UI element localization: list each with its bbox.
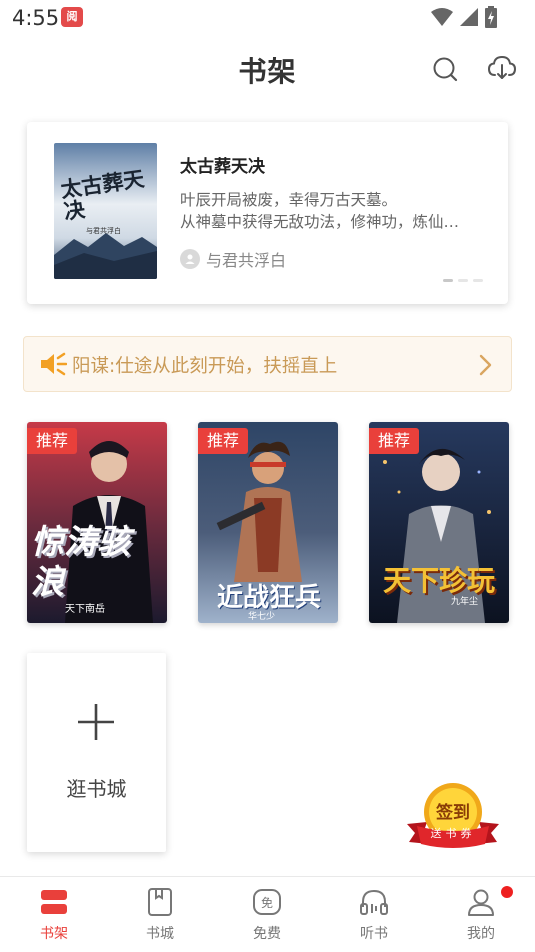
nav-bookshelf[interactable]: 书架 [19, 887, 89, 943]
signal-icon [460, 8, 478, 26]
checkin-badge[interactable]: 签到 送书券 [405, 782, 501, 854]
carousel-dot [458, 279, 468, 282]
checkin-title: 签到 [436, 803, 470, 823]
shelf-book-2[interactable]: 推荐 近战狂兵 华七少 [198, 422, 338, 623]
nav-audiobook[interactable]: 听书 [339, 887, 409, 943]
featured-book-author: 与君共浮白 [180, 247, 286, 271]
featured-desc-line-2: 从神墓中获得无敌功法，修神功，炼仙… [180, 213, 460, 231]
featured-book-description: 叶辰开局被废，幸得万古天墓。 从神墓中获得无敌功法，修神功，炼仙… [180, 189, 498, 233]
featured-book-card[interactable]: 太古葬天决 与君共浮白 太古葬天决 叶辰开局被废，幸得万古天墓。 从神墓中获得无… [27, 122, 508, 304]
bookshelf-icon [41, 890, 67, 914]
nav-label: 书架 [40, 926, 68, 942]
battery-icon [485, 6, 497, 28]
book-cover-author: 天下南岳 [65, 604, 105, 615]
featured-author-name: 与君共浮白 [206, 251, 287, 270]
featured-desc-line-1: 叶辰开局被废，幸得万古天墓。 [180, 191, 398, 209]
system-icons [431, 6, 497, 28]
profile-notification-dot [501, 886, 513, 898]
shelf-book-3[interactable]: 推荐 天下珍玩 九年尘 [369, 422, 509, 623]
bookstore-icon [148, 888, 172, 916]
status-time: 4:55 [12, 6, 60, 30]
status-bar: 4:55 阅 [0, 0, 535, 36]
checkin-subtitle: 送书券 [430, 827, 476, 840]
bottom-nav: 书架 书城 免 免费 听书 我的 [0, 876, 535, 952]
nav-label: 听书 [360, 926, 388, 942]
featured-cover-author: 与君共浮白 [86, 227, 121, 235]
free-icon: 免 [253, 889, 281, 915]
nav-label: 我的 [467, 926, 495, 942]
carousel-dot [443, 279, 453, 282]
search-button[interactable] [430, 54, 460, 84]
browse-bookstore-card[interactable]: 逛书城 [27, 653, 166, 852]
carousel-indicator [443, 279, 483, 282]
featured-book-cover[interactable]: 太古葬天决 与君共浮白 [54, 143, 157, 279]
profile-icon [468, 889, 494, 916]
featured-book-title: 太古葬天决 [180, 157, 265, 177]
book-cover-author: 九年尘 [451, 597, 479, 607]
speaker-icon [41, 352, 67, 376]
book-cover-title: 惊涛骇浪 [31, 522, 130, 601]
nav-bookstore[interactable]: 书城 [125, 887, 195, 943]
headphones-icon [360, 889, 388, 915]
cloud-sync-button[interactable] [487, 53, 517, 83]
recommend-tag: 推荐 [198, 428, 248, 454]
nav-label: 免费 [253, 926, 281, 942]
author-avatar-icon [180, 249, 200, 269]
nav-label: 书城 [146, 926, 174, 942]
recommend-tag: 推荐 [369, 428, 419, 454]
svg-text:免: 免 [261, 895, 273, 910]
wifi-icon [431, 8, 453, 26]
notification-app-icon: 阅 [61, 7, 83, 27]
browse-bookstore-label: 逛书城 [66, 777, 127, 801]
chevron-right-icon [479, 354, 492, 376]
nav-free[interactable]: 免 免费 [232, 887, 302, 943]
book-cover-title: 天下珍玩 [382, 564, 495, 597]
cloud-download-icon [487, 55, 517, 79]
plus-icon [78, 704, 114, 740]
book-cover-author: 华七少 [248, 612, 276, 622]
carousel-dot [473, 279, 483, 282]
promo-notice-bar[interactable]: 阳谋:仕途从此刻开始，扶摇直上 [23, 336, 512, 392]
search-icon [433, 57, 458, 82]
notice-text: 阳谋:仕途从此刻开始，扶摇直上 [72, 356, 338, 377]
shelf-book-1[interactable]: 推荐 惊涛骇浪 天下南岳 [27, 422, 167, 623]
recommend-tag: 推荐 [27, 428, 77, 454]
